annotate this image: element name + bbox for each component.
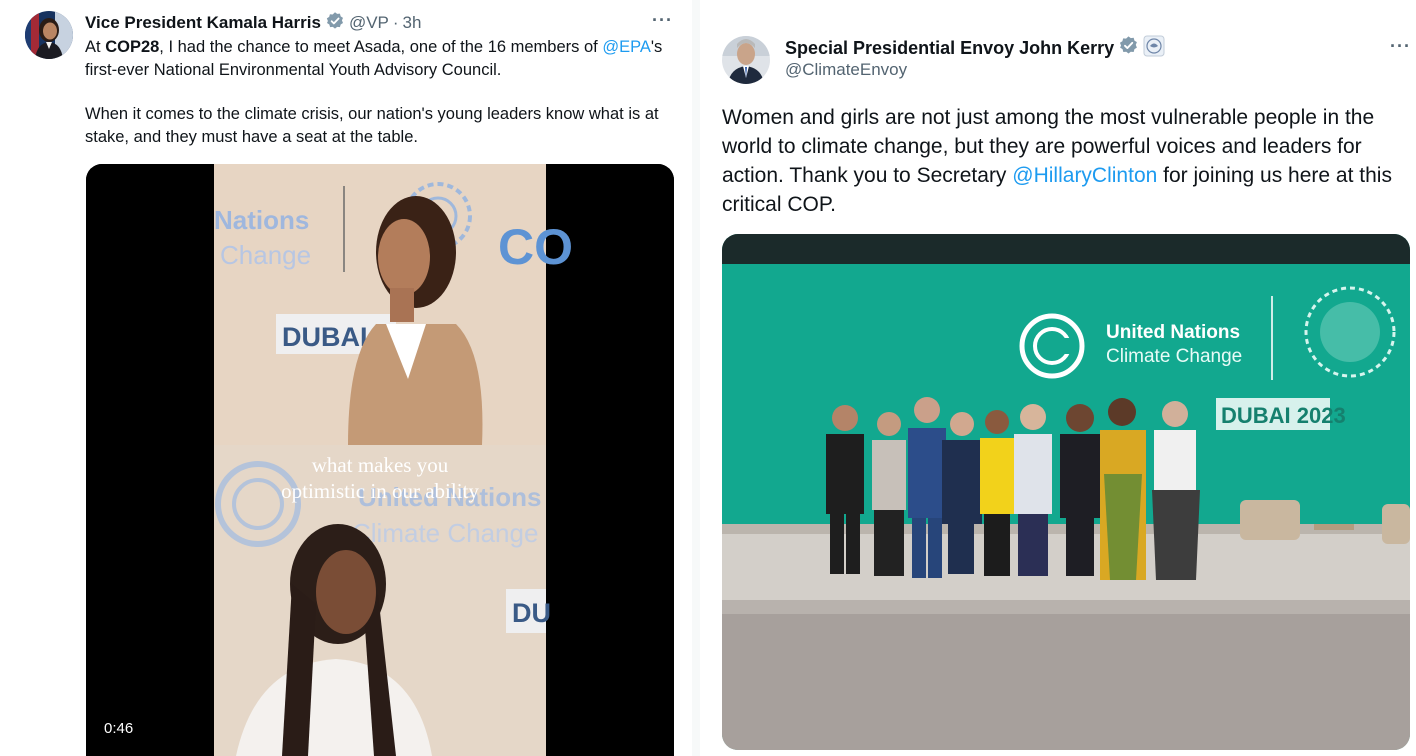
mention-epa[interactable]: @EPA [602, 38, 651, 56]
sign-text: DUBAI 2023 [1221, 403, 1346, 428]
backdrop-text: DU [512, 598, 551, 628]
tweet-climate-envoy[interactable]: Special Presidential Envoy John Kerry @C… [700, 0, 1416, 756]
backdrop-text: CO [498, 219, 573, 275]
more-options-icon[interactable]: ··· [652, 10, 673, 31]
video-caption: optimistic in our ability [281, 479, 479, 503]
video-player[interactable]: Nations Change CO DUBAI 202 United Natio… [86, 164, 674, 756]
video-duration: 0:46 [104, 720, 134, 737]
column-divider [692, 0, 700, 756]
text-segment: , I had the chance to meet Asada, one of… [159, 38, 598, 56]
author-line: Special Presidential Envoy John Kerry [785, 35, 1165, 62]
author-line: Vice President Kamala Harris @VP · 3h [85, 11, 422, 36]
tweet-vp[interactable]: Vice President Kamala Harris @VP · 3h ··… [0, 0, 692, 756]
sign-text: United Nations [1106, 322, 1240, 343]
mention-hillaryclinton[interactable]: @HillaryClinton [1012, 164, 1157, 187]
video-caption: what makes you [312, 453, 449, 477]
backdrop-text: Climate Change [352, 518, 538, 548]
tweet-text: Women and girls are not just among the m… [722, 103, 1412, 219]
verified-badge-icon [1118, 35, 1139, 61]
separator-dot: · [392, 13, 399, 32]
more-options-icon[interactable]: ··· [1390, 36, 1411, 57]
timestamp[interactable]: 3h [403, 13, 422, 33]
sign-text: Climate Change [1106, 346, 1242, 367]
verified-badge-icon [325, 11, 345, 36]
avatar[interactable] [722, 36, 770, 84]
handle[interactable]: @ClimateEnvoy [785, 60, 907, 80]
tweet-paragraph-2: When it comes to the climate crisis, our… [85, 105, 659, 146]
handle[interactable]: @VP [349, 13, 389, 33]
avatar[interactable] [25, 11, 73, 59]
hashtag-cop28: COP28 [105, 38, 160, 56]
tweet-photo[interactable]: United Nations Climate Change DUBAI 2023 [722, 234, 1410, 750]
text-prefix: At [85, 38, 106, 56]
display-name[interactable]: Special Presidential Envoy John Kerry [785, 38, 1114, 59]
display-name[interactable]: Vice President Kamala Harris [85, 13, 321, 33]
tweet-paragraph-1: At COP28, I had the chance to meet Asada… [85, 36, 675, 81]
backdrop-text: Nations [214, 205, 309, 235]
tweet-text: At COP28, I had the chance to meet Asada… [85, 36, 675, 148]
government-seal-icon [1143, 35, 1165, 62]
backdrop-text: Change [220, 240, 311, 270]
